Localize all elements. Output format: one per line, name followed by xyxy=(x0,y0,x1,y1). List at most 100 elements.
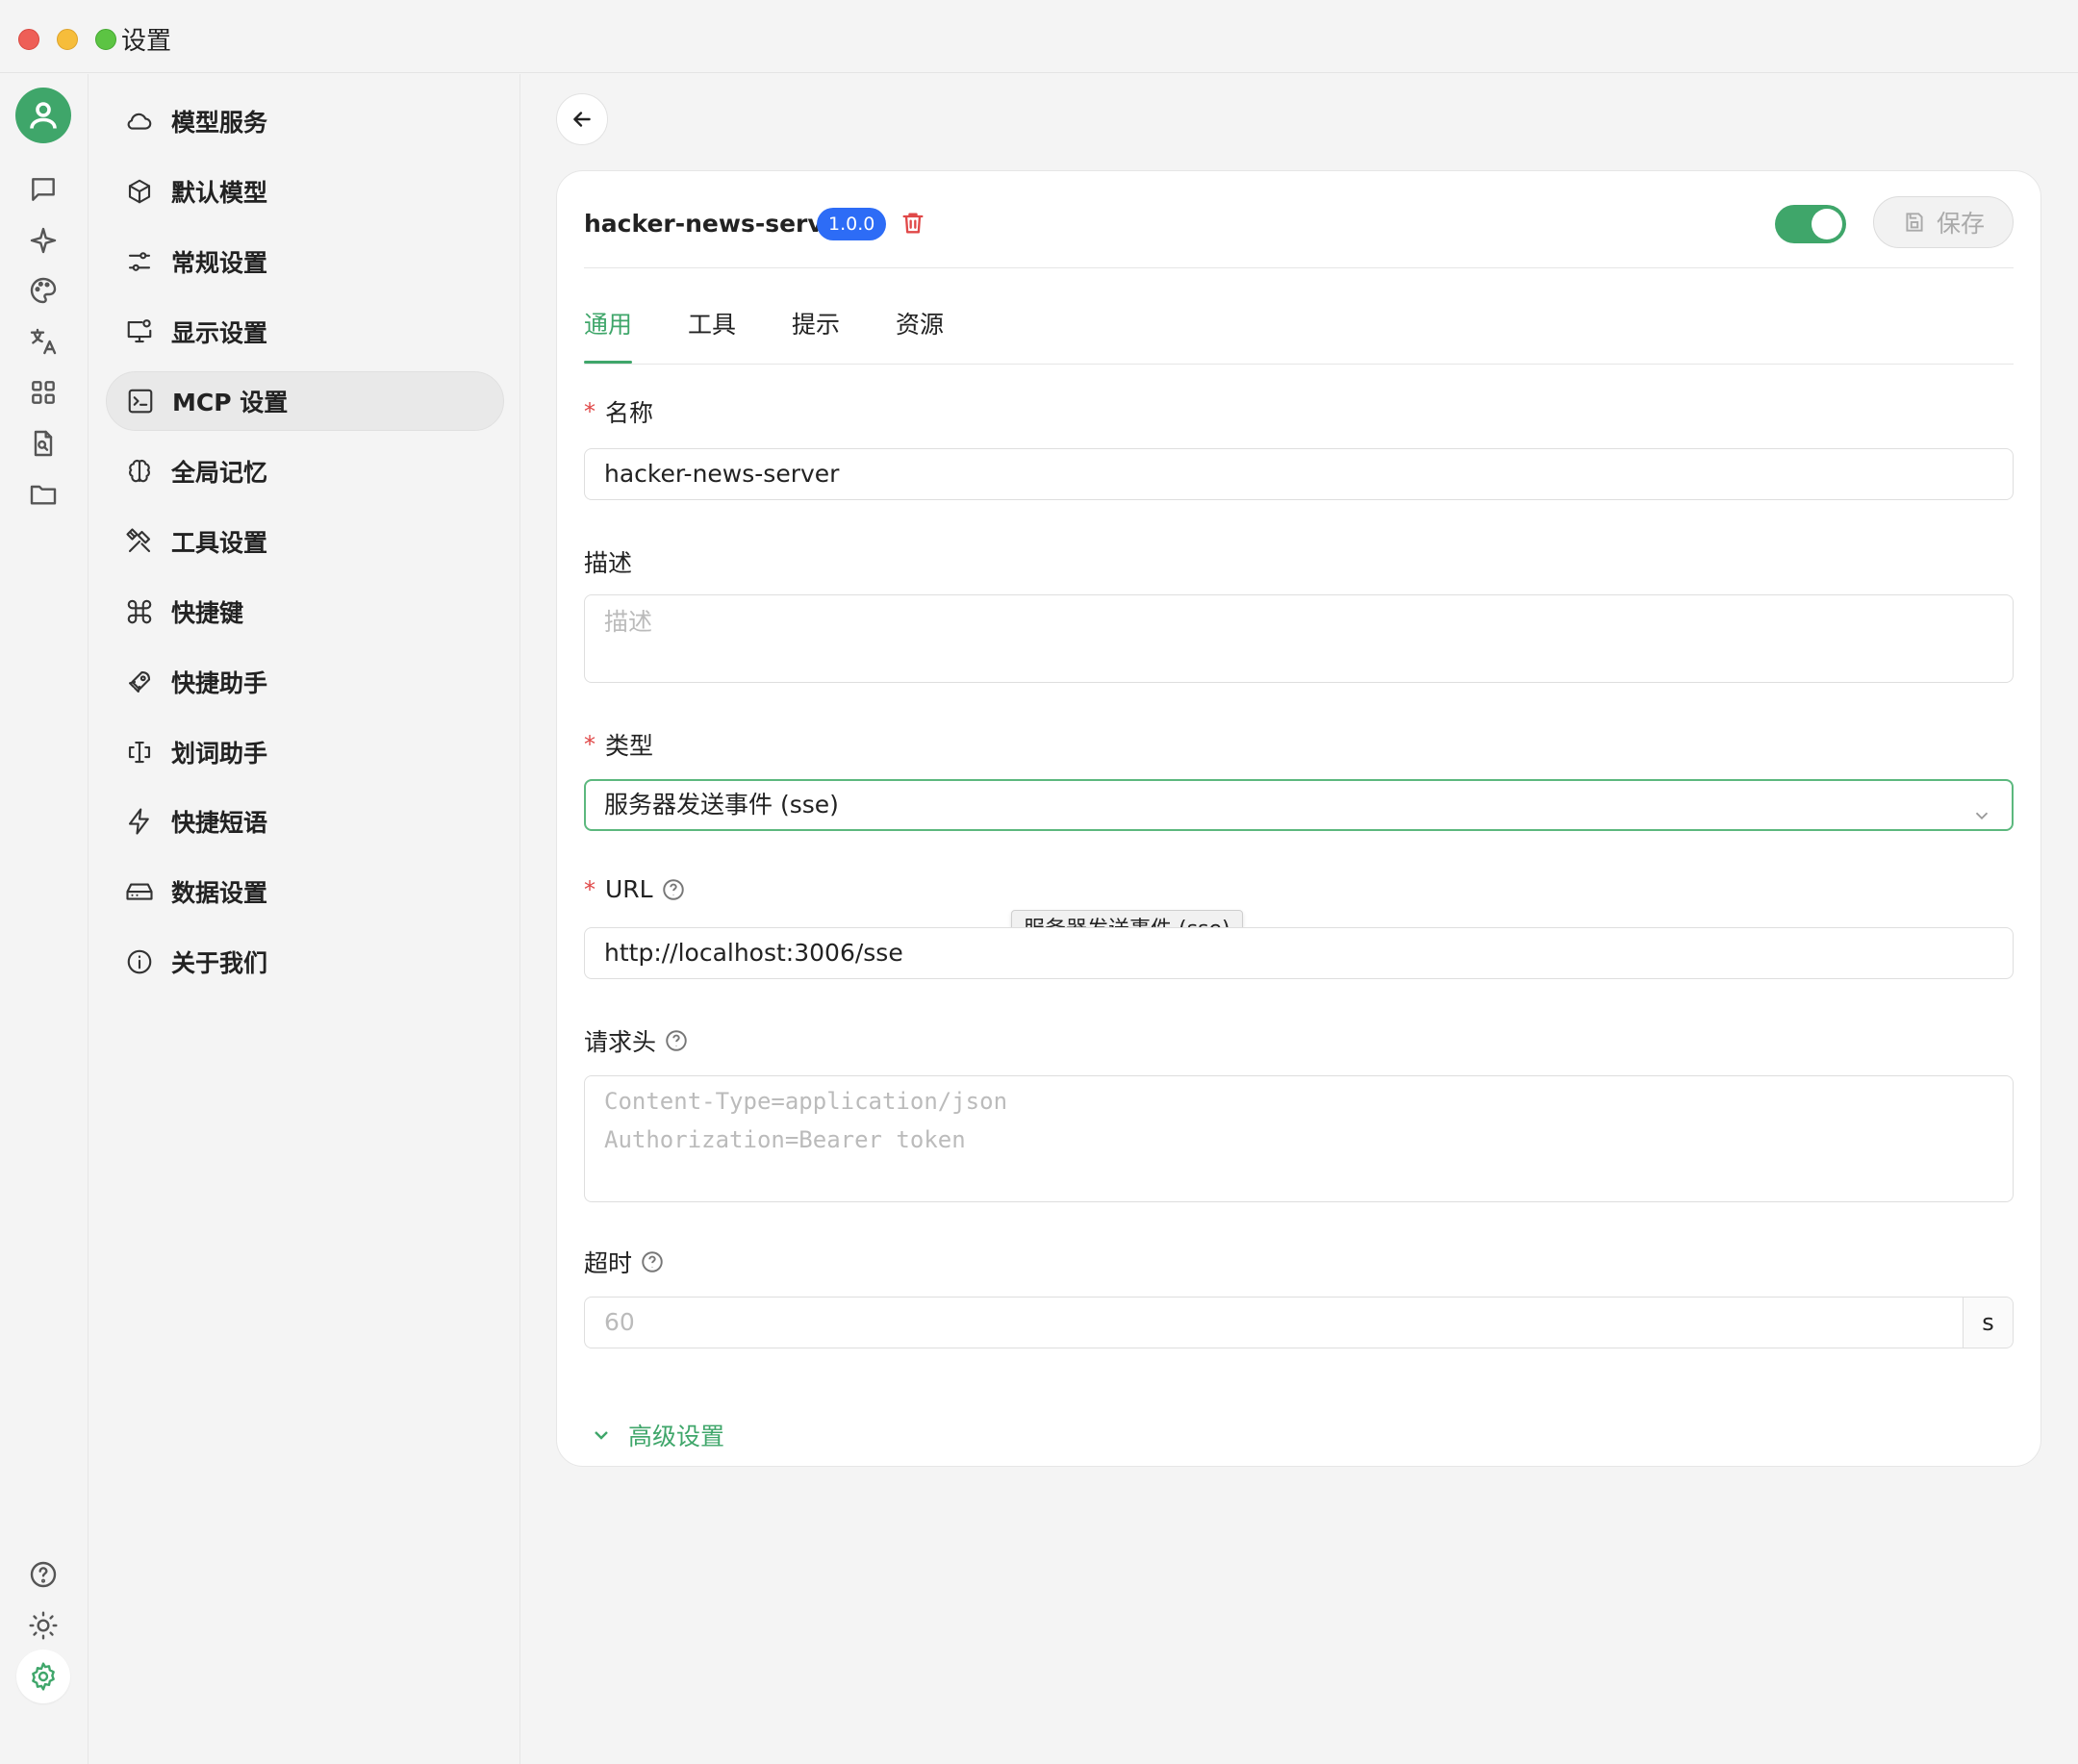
sidebar-item-quick-assistant[interactable]: 快捷助手 xyxy=(106,652,504,712)
tab-tools[interactable]: 工具 xyxy=(688,306,736,364)
headers-help-icon[interactable] xyxy=(664,1028,689,1053)
rail-help-button[interactable] xyxy=(20,1551,66,1598)
toggle-knob xyxy=(1812,209,1842,239)
required-mark: * xyxy=(584,398,596,425)
tab-bar: 通用 工具 提示 资源 xyxy=(584,306,1000,364)
save-button[interactable]: 保存 xyxy=(1873,196,2014,248)
help-circle-icon xyxy=(662,878,684,900)
main-content: hacker-news-server 1.0.0 保存 通用 工具 提示 资源 … xyxy=(521,74,2078,1764)
rail-apps-button[interactable] xyxy=(20,369,66,416)
sidebar-item-display-settings[interactable]: 显示设置 xyxy=(106,302,504,362)
sidebar-item-default-model[interactable]: 默认模型 xyxy=(106,162,504,221)
help-circle-icon xyxy=(642,1251,663,1273)
user-icon xyxy=(30,102,57,129)
sidebar-item-about[interactable]: 关于我们 xyxy=(106,932,504,992)
server-config-card: hacker-news-server 1.0.0 保存 通用 工具 提示 资源 … xyxy=(556,170,2041,1467)
back-button[interactable] xyxy=(556,93,608,145)
rail-chat-button[interactable] xyxy=(20,166,66,213)
description-label: 描述 xyxy=(584,549,633,577)
rail-settings-button[interactable] xyxy=(16,1650,70,1703)
rail-theme-button[interactable] xyxy=(20,1602,66,1649)
chevron-down-icon xyxy=(1975,812,1989,820)
cube-icon xyxy=(128,179,151,204)
url-help-icon[interactable] xyxy=(661,877,686,902)
info-icon xyxy=(127,949,152,974)
rail-folder-button[interactable] xyxy=(20,471,66,517)
close-window-button[interactable] xyxy=(18,29,39,50)
rail-files-search-button[interactable] xyxy=(20,420,66,466)
arrow-left-icon xyxy=(573,112,591,127)
type-label: * 类型 xyxy=(584,731,654,760)
rail-agents-button[interactable] xyxy=(20,217,66,264)
url-input[interactable]: http://localhost:3006/sse xyxy=(584,927,2014,979)
required-mark: * xyxy=(584,875,596,903)
maximize-window-button[interactable] xyxy=(95,29,116,50)
sidebar-item-shortcuts[interactable]: 快捷键 xyxy=(106,582,504,642)
tab-general[interactable]: 通用 xyxy=(584,306,633,364)
grid-icon xyxy=(32,381,55,404)
rail-translate-button[interactable] xyxy=(20,318,66,365)
trash-icon xyxy=(902,213,924,234)
sidebar-item-global-memory[interactable]: 全局记忆 xyxy=(106,441,504,501)
header-divider xyxy=(584,267,2014,268)
terminal-icon xyxy=(128,389,153,414)
server-enabled-toggle[interactable] xyxy=(1775,205,1846,243)
timeout-label: 超时 xyxy=(584,1245,665,1279)
chevron-down-icon xyxy=(595,1431,608,1440)
sun-icon xyxy=(29,1611,58,1640)
help-circle-icon xyxy=(666,1030,687,1051)
tab-resources[interactable]: 资源 xyxy=(896,306,944,364)
help-circle-icon xyxy=(30,1561,57,1588)
file-search-icon xyxy=(34,430,53,457)
sidebar-item-general-settings[interactable]: 常规设置 xyxy=(106,232,504,291)
rocket-icon xyxy=(128,670,151,693)
chat-icon xyxy=(32,178,55,201)
settings-sidebar: 模型服务 默认模型 常规设置 显示设置 MCP 设置 全局记忆 工具设置 快捷键… xyxy=(88,74,520,1764)
version-badge: 1.0.0 xyxy=(817,208,887,240)
window-title: 设置 xyxy=(121,27,172,56)
headers-textarea[interactable]: Content-Type=application/json Authorizat… xyxy=(584,1075,2014,1202)
required-mark: * xyxy=(584,731,596,758)
translate-icon xyxy=(30,328,57,355)
rail-paint-button[interactable] xyxy=(20,267,66,314)
palette-icon xyxy=(30,277,57,304)
timeout-input[interactable]: 60 s xyxy=(584,1297,2014,1348)
sidebar-item-quick-phrases[interactable]: 快捷短语 xyxy=(106,792,504,851)
command-icon xyxy=(127,599,152,624)
save-label: 保存 xyxy=(1936,210,1985,238)
sidebar-item-model-service[interactable]: 模型服务 xyxy=(106,91,504,151)
delete-server-button[interactable] xyxy=(900,210,928,239)
hard-drive-icon xyxy=(126,883,153,900)
description-textarea[interactable]: 描述 xyxy=(584,594,2014,683)
minimize-window-button[interactable] xyxy=(57,29,78,50)
tab-prompts[interactable]: 提示 xyxy=(792,306,840,364)
tools-icon xyxy=(126,528,151,553)
headers-label: 请求头 xyxy=(584,1023,689,1058)
sidebar-item-mcp-settings[interactable]: MCP 设置 xyxy=(106,371,504,431)
avatar[interactable] xyxy=(15,88,71,143)
cloud-icon xyxy=(127,113,152,130)
timeout-unit: s xyxy=(1963,1298,2013,1348)
title-bar: 设置 xyxy=(0,0,2078,73)
sidebar-item-tool-settings[interactable]: 工具设置 xyxy=(106,512,504,571)
sidebar-item-data-settings[interactable]: 数据设置 xyxy=(106,862,504,921)
timeout-help-icon[interactable] xyxy=(640,1249,665,1274)
type-select[interactable]: 服务器发送事件 (sse) xyxy=(584,779,2014,831)
sidebar-item-selection-assistant[interactable]: 划词助手 xyxy=(106,722,504,782)
server-name-title: hacker-news-server xyxy=(584,210,851,238)
sparkle-icon xyxy=(30,227,57,254)
icon-rail xyxy=(0,74,87,1764)
folder-icon xyxy=(30,485,57,505)
gear-icon xyxy=(32,1662,55,1691)
name-label: * 名称 xyxy=(584,398,654,427)
zap-icon xyxy=(128,808,149,835)
save-icon xyxy=(1906,213,1923,232)
tabs-divider xyxy=(584,364,2014,365)
sliders-icon xyxy=(128,252,151,271)
text-cursor-icon xyxy=(128,741,151,764)
url-label: * URL xyxy=(584,875,686,903)
name-input[interactable]: hacker-news-server xyxy=(584,448,2014,500)
advanced-settings-toggle[interactable]: 高级设置 xyxy=(590,1418,724,1452)
brain-icon xyxy=(129,459,150,483)
monitor-icon xyxy=(127,319,152,343)
